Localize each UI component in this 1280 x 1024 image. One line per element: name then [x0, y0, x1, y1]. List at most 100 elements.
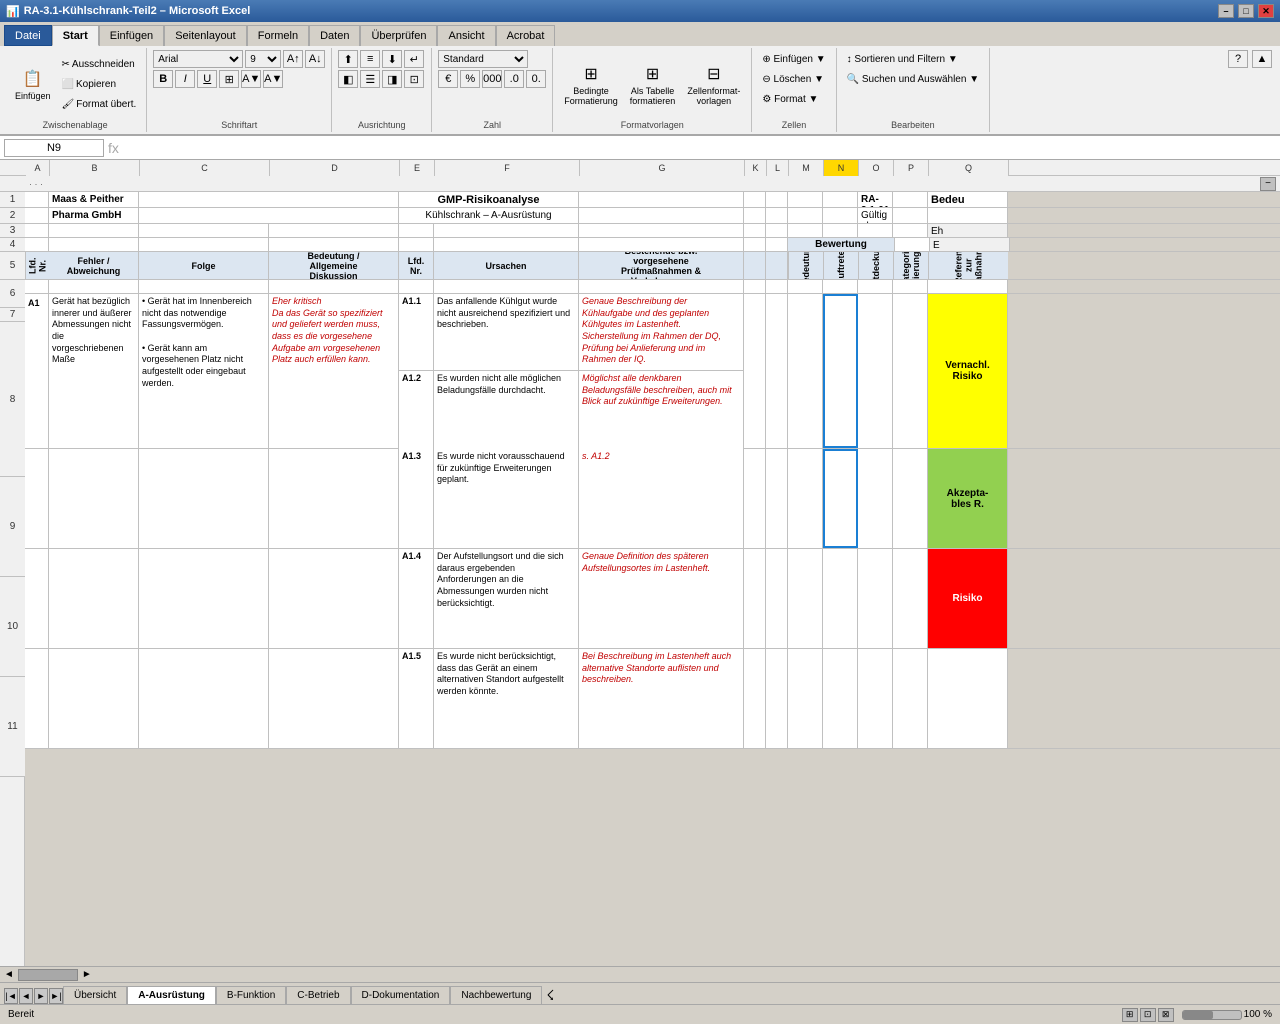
help-button[interactable]: ?	[1228, 50, 1248, 68]
add-sheet-button[interactable]: ☇	[542, 987, 558, 1004]
thousands-button[interactable]: 000	[482, 70, 502, 88]
cut-button[interactable]: ✂ Ausschneiden	[58, 55, 141, 73]
cell-q11	[928, 649, 1008, 748]
align-top-button[interactable]: ⬆	[338, 50, 358, 68]
formula-input[interactable]	[123, 142, 1276, 154]
cell-f4	[434, 238, 579, 251]
sheet-nav-next[interactable]: ►	[34, 988, 48, 1004]
insert-cells-button[interactable]: ⊕ Einfügen ▼	[758, 50, 829, 68]
font-name-select[interactable]: Arial	[153, 50, 243, 68]
cell-styles-button[interactable]: ⊟ Zellenformat-vorlagen	[682, 56, 745, 112]
tab-acrobat[interactable]: Acrobat	[496, 25, 556, 46]
copy-button[interactable]: ⬜ Kopieren	[58, 75, 141, 93]
tab-datei[interactable]: Datei	[4, 25, 52, 46]
cell-f9: Es wurde nicht vorausschauend für zukünf…	[434, 449, 579, 548]
format-cells-button[interactable]: ⚙ Format ▼	[758, 90, 822, 108]
normal-view-button[interactable]: ⊞	[1122, 1008, 1138, 1022]
tab-daten[interactable]: Daten	[309, 25, 360, 46]
cell-p11	[893, 649, 928, 748]
tab-c-betrieb[interactable]: C-Betrieb	[286, 986, 350, 1004]
tab-uebersicht[interactable]: Übersicht	[63, 986, 127, 1004]
scroll-thumb-h[interactable]	[18, 969, 78, 981]
row-header-6: 6	[0, 280, 25, 308]
delete-cells-button[interactable]: ⊖ Löschen ▼	[758, 70, 828, 88]
underline-button[interactable]: U	[197, 70, 217, 88]
page-break-view-button[interactable]: ⊠	[1158, 1008, 1174, 1022]
h-scrollbar[interactable]: ◄ ►	[0, 966, 1280, 982]
tab-a-ausruestung[interactable]: A-Ausrüstung	[127, 986, 216, 1004]
sheet-nav-last[interactable]: ►|	[49, 988, 63, 1004]
cell-l1	[766, 192, 788, 207]
table-format-button[interactable]: ⊞ Als Tabelleformatieren	[625, 56, 681, 112]
border-button[interactable]: ⊞	[219, 70, 239, 88]
inc-decimal-button[interactable]: .0	[504, 70, 524, 88]
ribbon-group-clipboard: 📋 Einfügen ✂ Ausschneiden ⬜ Kopieren 🖌 F…	[4, 48, 147, 132]
align-middle-button[interactable]: ≡	[360, 50, 380, 68]
cell-n9-selected[interactable]	[823, 449, 858, 548]
italic-button[interactable]: I	[175, 70, 195, 88]
scroll-right-btn[interactable]: ►	[80, 969, 94, 980]
sort-button[interactable]: ↕ Sortieren und Filtern ▼	[843, 50, 962, 68]
tab-ueberpruefen[interactable]: Überprüfen	[360, 25, 437, 46]
cell-p1	[893, 192, 928, 207]
zoom-slider[interactable]	[1182, 1010, 1242, 1020]
merge-button[interactable]: ⊡	[404, 70, 424, 88]
align-bottom-button[interactable]: ⬇	[382, 50, 402, 68]
increase-font-button[interactable]: A↑	[283, 50, 303, 68]
font-size-select[interactable]: 9	[245, 50, 281, 68]
paste-button[interactable]: 📋 Einfügen	[10, 56, 56, 112]
cell-f3	[434, 224, 579, 237]
cell-b4	[49, 238, 139, 251]
tab-seitenlayout[interactable]: Seitenlayout	[164, 25, 247, 46]
scroll-left-btn[interactable]: ◄	[2, 969, 16, 980]
percent-button[interactable]: %	[460, 70, 480, 88]
find-button[interactable]: 🔍 Suchen und Auswählen ▼	[843, 70, 983, 88]
maximize-button[interactable]: □	[1238, 4, 1254, 18]
fill-color-button[interactable]: A▼	[241, 70, 261, 88]
minimize-button[interactable]: –	[1218, 4, 1234, 18]
tab-formeln[interactable]: Formeln	[247, 25, 309, 46]
tab-ansicht[interactable]: Ansicht	[437, 25, 495, 46]
tab-nachbewertung[interactable]: Nachbewertung	[450, 986, 542, 1004]
cell-l7	[766, 280, 788, 293]
align-right-button[interactable]: ◨	[382, 70, 402, 88]
grid-content: · · · − Maas & Peither GMP-Risikoanalyse…	[25, 176, 1280, 966]
name-box[interactable]	[4, 139, 104, 157]
align-left-button[interactable]: ◧	[338, 70, 358, 88]
sheet-nav-first[interactable]: |◄	[4, 988, 18, 1004]
cell-a4	[25, 238, 49, 251]
ribbon-group-styles: ⊞ BedingteFormatierung ⊞ Als Tabelleform…	[553, 48, 752, 132]
collapse-row-button[interactable]: −	[1260, 177, 1276, 191]
cell-n11	[823, 649, 858, 748]
zoom-level: 100 %	[1244, 1009, 1272, 1020]
align-center-button[interactable]: ☰	[360, 70, 380, 88]
cell-n8	[823, 294, 858, 448]
cell-n3	[823, 224, 858, 237]
page-layout-view-button[interactable]: ⊡	[1140, 1008, 1156, 1022]
conditional-format-button[interactable]: ⊞ BedingteFormatierung	[559, 56, 623, 112]
ursache-a13: Es wurde nicht vorausschauend für zukünf…	[437, 451, 575, 486]
number-format-select[interactable]: Standard	[438, 50, 528, 68]
cell-c7	[139, 280, 269, 293]
close-button[interactable]: ✕	[1258, 4, 1274, 18]
font-color-button[interactable]: A▼	[263, 70, 283, 88]
decrease-font-button[interactable]: A↓	[305, 50, 325, 68]
format-painter-button[interactable]: 🖌 Format übert.	[58, 95, 141, 113]
tab-start[interactable]: Start	[52, 25, 99, 46]
dec-decimal-button[interactable]: 0.	[526, 70, 546, 88]
col-header-m: M	[789, 160, 824, 176]
tab-einfuegen[interactable]: Einfügen	[99, 25, 164, 46]
cell-q2	[928, 208, 1008, 223]
pruef-a14: Genaue Definition des späteren Aufstellu…	[582, 551, 740, 574]
bold-button[interactable]: B	[153, 70, 173, 88]
cell-c2	[139, 208, 399, 223]
wrap-text-button[interactable]: ↵	[404, 50, 424, 68]
tab-b-funktion[interactable]: B-Funktion	[216, 986, 286, 1004]
cell-c1	[139, 192, 399, 207]
minimize-ribbon-button[interactable]: ▲	[1252, 50, 1272, 68]
tab-d-dokumentation[interactable]: D-Dokumentation	[351, 986, 451, 1004]
currency-button[interactable]: €	[438, 70, 458, 88]
sheet-nav-prev[interactable]: ◄	[19, 988, 33, 1004]
clipboard-sub: ✂ Ausschneiden ⬜ Kopieren 🖌 Format übert…	[58, 55, 141, 113]
paste-icon: 📋	[21, 67, 45, 91]
